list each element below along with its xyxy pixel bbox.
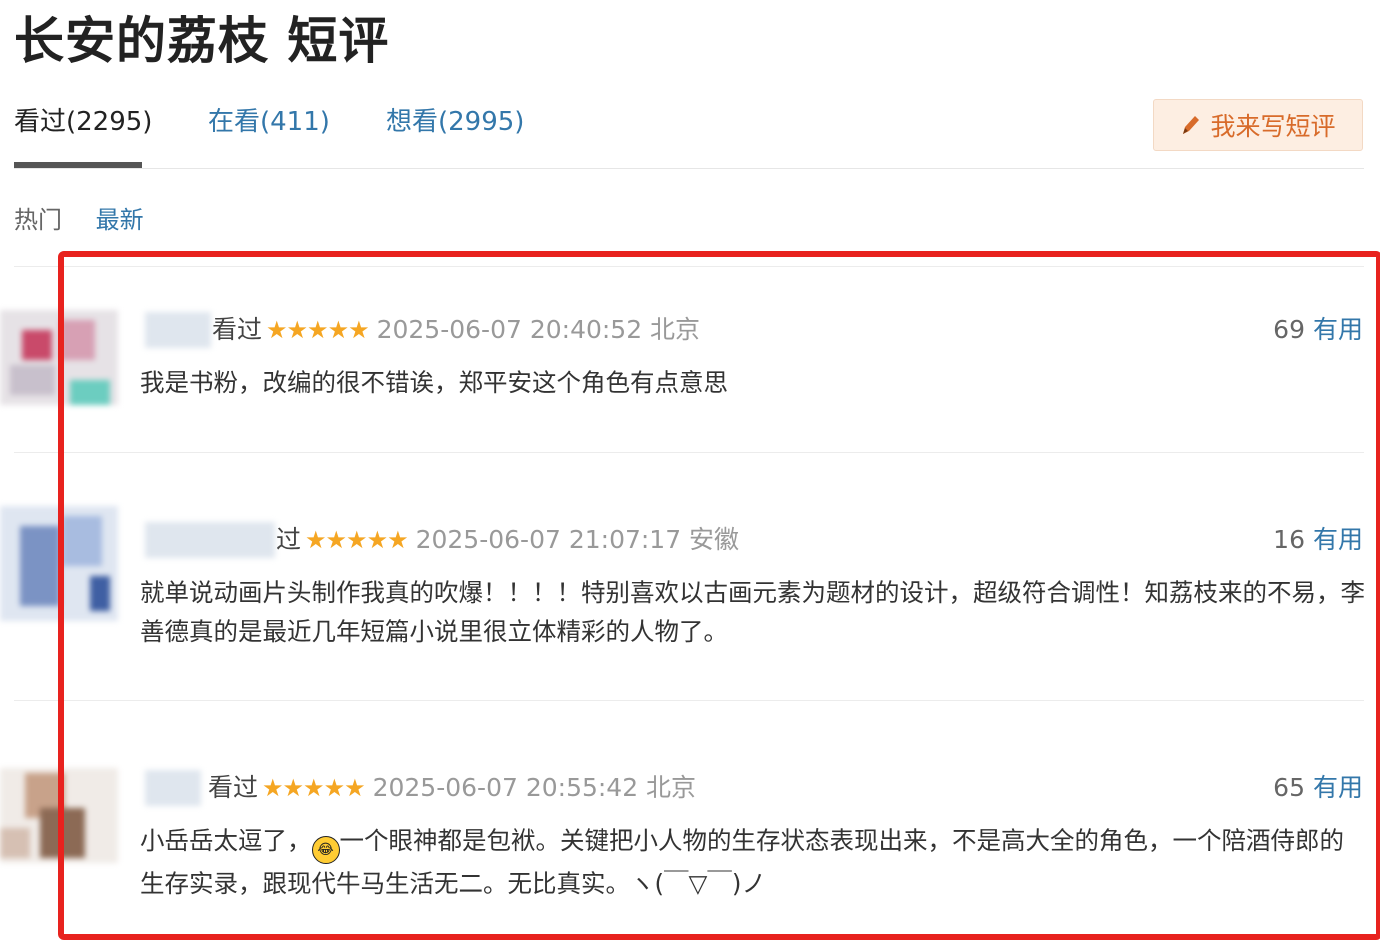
tab-watched[interactable]: 看过(2295) [14,104,152,140]
useful-button[interactable]: 有用 [1313,773,1363,802]
laughing-emoji-icon: 😂 [311,836,340,864]
comment-time: 2025-06-07 21:07:17 安徽 [415,525,740,554]
star-rating: ★★★★★ [266,316,370,344]
avatar[interactable] [0,506,118,621]
useful-button[interactable]: 有用 [1313,525,1363,554]
tab-watching[interactable]: 在看(411) [208,104,330,140]
vote-count: 69 [1273,315,1305,344]
vote-count: 65 [1273,773,1305,802]
username[interactable] [145,312,211,348]
comment-text-part: 小岳岳太逗了， [140,826,312,855]
watch-status: 过 [276,525,302,554]
useful-button[interactable]: 有用 [1313,315,1363,344]
username[interactable] [145,770,201,806]
comment-time: 2025-06-07 20:55:42 北京 [372,773,697,802]
comment-text: 我是书粉，改编的很不错诶，郑平安这个角色有点意思 [140,368,728,397]
comment-text: 小岳岳太逗了， 😂 一个眼神都是包袱。关键把小人物的生存状态表现出来，不是高大全的角… [140,821,1365,903]
divider [14,700,1364,701]
vote-count: 16 [1273,525,1305,554]
divider [14,266,1364,267]
sort-latest[interactable]: 最新 [96,206,144,234]
vote-area: 65 有用 [1273,770,1363,806]
avatar[interactable] [0,310,118,405]
divider [14,168,1364,169]
star-rating: ★★★★★ [262,774,366,802]
comment-meta: 过 ★★★★★ 2025-06-07 21:07:17 安徽 [276,522,739,558]
write-review-label: 我来写短评 [1210,112,1336,141]
comment-text: 就单说动画片头制作我真的吹爆！！！！特别喜欢以古画元素为题材的设计，超级符合调性… [140,578,1365,646]
divider [14,452,1364,453]
comment-meta: 看过 ★★★★★ 2025-06-07 20:40:52 北京 [212,312,700,348]
vote-area: 16 有用 [1273,522,1363,558]
pencil-icon [1180,113,1202,137]
username[interactable] [145,522,275,558]
tab-want-to-watch[interactable]: 想看(2995) [386,104,524,140]
watch-status: 看过 [208,773,259,802]
comment-meta: 看过 ★★★★★ 2025-06-07 20:55:42 北京 [208,770,696,806]
sort-hot[interactable]: 热门 [14,206,62,234]
comment-time: 2025-06-07 20:40:52 北京 [376,315,701,344]
page-title: 长安的荔枝 短评 [14,12,390,70]
avatar[interactable] [0,768,118,863]
watch-status: 看过 [212,315,263,344]
star-rating: ★★★★★ [305,526,409,554]
vote-area: 69 有用 [1273,312,1363,348]
write-review-button[interactable]: 我来写短评 [1153,99,1363,151]
sort-options: 热门 最新 [14,202,170,238]
